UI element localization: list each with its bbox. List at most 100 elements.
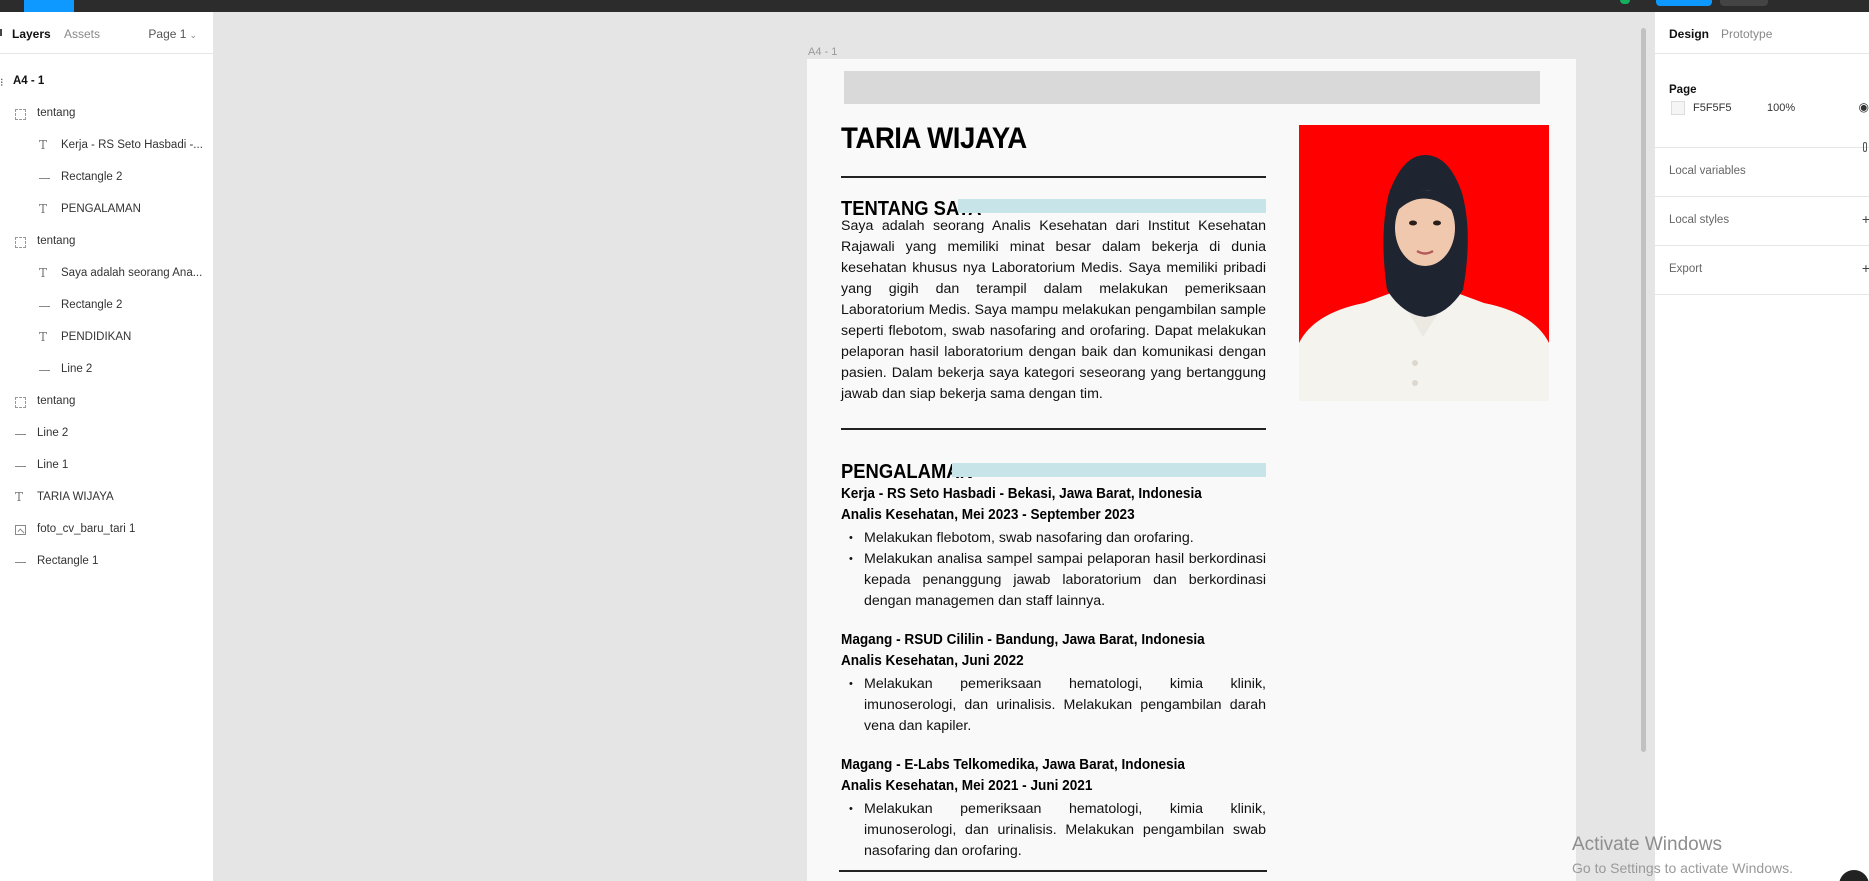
layer-row[interactable]: T PENGALAMAN [0, 194, 214, 226]
text-icon: T [39, 266, 48, 280]
local-variables-label: Local variables [1669, 165, 1746, 177]
activation-watermark-subtitle: Go to Settings to activate Windows. [1572, 860, 1793, 876]
line-icon [39, 306, 50, 307]
layer-label: tentang [37, 235, 76, 247]
export-label: Export [1669, 263, 1703, 275]
local-variables-section[interactable]: Local variables [1655, 148, 1869, 197]
experience-heading-bar[interactable] [952, 463, 1266, 477]
layer-row[interactable]: tentang [0, 226, 214, 258]
layer-label: PENDIDIKAN [61, 331, 132, 343]
about-divider-line[interactable] [841, 428, 1266, 430]
text-icon: T [15, 490, 24, 504]
layer-label: Line 1 [37, 459, 69, 471]
portrait-illustration [1299, 155, 1549, 401]
text-icon: T [39, 138, 48, 152]
frame-icon: ⁝ [0, 77, 4, 89]
page-section: Page [1655, 54, 1869, 148]
page-opacity[interactable]: 100% [1767, 102, 1795, 114]
page-selector[interactable]: Page 1 ⌄ [148, 27, 197, 41]
line-icon [39, 178, 50, 179]
panel-toggle-icon[interactable] [0, 29, 3, 36]
layer-row[interactable]: Rectangle 2 [0, 290, 214, 322]
image-icon [15, 525, 26, 535]
layer-label: Rectangle 2 [61, 171, 123, 183]
profile-photo[interactable] [1299, 125, 1549, 401]
activation-watermark-title: Activate Windows [1572, 834, 1722, 855]
eye-icon[interactable]: ◉ [1859, 100, 1869, 114]
add-export-icon[interactable]: + [1862, 260, 1869, 276]
layer-label: PENGALAMAN [61, 203, 141, 215]
line-icon [15, 434, 26, 435]
layer-row[interactable]: Rectangle 1 [0, 546, 214, 578]
layer-row[interactable]: Line 2 [0, 354, 214, 386]
job-bullet[interactable]: Melakukan flebotom, swab nasofaring dan … [849, 528, 1266, 549]
layers-panel: Layers Assets Page 1 ⌄ ⁝ A4 - 1 tentang T… [0, 12, 214, 881]
variables-icon[interactable] [1863, 142, 1867, 152]
layer-label: foto_cv_baru_tari 1 [37, 523, 136, 535]
job-title[interactable]: Kerja - RS Seto Hasbadi - Bekasi, Jawa B… [841, 486, 1202, 502]
page-section-title: Page [1669, 84, 1697, 96]
layer-label: Rectangle 1 [37, 555, 99, 567]
layer-row[interactable]: foto_cv_baru_tari 1 [0, 514, 214, 546]
page-selector-label: Page 1 [148, 27, 187, 41]
tab-assets[interactable]: Assets [64, 27, 100, 41]
tab-prototype[interactable]: Prototype [1721, 27, 1772, 41]
layer-row[interactable]: T PENDIDIKAN [0, 322, 214, 354]
experience-divider-line[interactable] [839, 870, 1267, 872]
job-bullet[interactable]: Melakukan pemeriksaan hematologi, kimia … [849, 799, 1266, 862]
group-icon [15, 237, 26, 248]
job-role[interactable]: Analis Kesehatan, Juni 2022 [841, 653, 1024, 669]
local-styles-label: Local styles [1669, 214, 1730, 226]
header-band-rectangle[interactable] [844, 71, 1540, 104]
page-color-hex[interactable]: F5F5F5 [1693, 102, 1732, 114]
layer-frame[interactable]: ⁝ A4 - 1 [0, 66, 214, 98]
job-role[interactable]: Analis Kesehatan, Mei 2023 - September 2… [841, 507, 1135, 523]
layer-row[interactable]: T TARIA WIJAYA [0, 482, 214, 514]
job-bullet[interactable]: Melakukan pemeriksaan hematologi, kimia … [849, 674, 1266, 737]
name-underline[interactable] [841, 176, 1266, 178]
layer-label: Saya adalah seorang Ana... [61, 267, 203, 279]
group-icon [15, 109, 26, 120]
layer-row[interactable]: tentang [0, 98, 214, 130]
layer-row[interactable]: T Kerja - RS Seto Hasbadi -... [0, 130, 214, 162]
about-paragraph[interactable]: Saya adalah seorang Analis Kesehatan dar… [841, 216, 1266, 405]
layer-label: Line 2 [37, 427, 69, 439]
chevron-down-icon: ⌄ [189, 30, 197, 40]
group-icon [15, 397, 26, 408]
tab-layers[interactable]: Layers [12, 27, 51, 41]
layer-label: A4 - 1 [13, 75, 45, 87]
tab-design[interactable]: Design [1669, 27, 1709, 41]
share-button[interactable] [1656, 0, 1712, 6]
export-section[interactable]: Export + [1655, 246, 1869, 295]
layer-row[interactable]: Line 1 [0, 450, 214, 482]
present-button[interactable] [1720, 0, 1768, 6]
layer-label: TARIA WIJAYA [37, 491, 114, 503]
layer-row[interactable]: tentang [0, 386, 214, 418]
text-icon: T [39, 202, 48, 216]
about-heading-bar[interactable] [958, 199, 1266, 213]
design-canvas[interactable]: A4 - 1 TARIA WIJAYA TENTANG SAYA Saya ad… [214, 12, 1654, 881]
frame-label[interactable]: A4 - 1 [808, 46, 837, 58]
job-title[interactable]: Magang - E-Labs Telkomedika, Jawa Barat,… [841, 757, 1185, 773]
layer-label: Rectangle 2 [61, 299, 123, 311]
layer-row[interactable]: Line 2 [0, 418, 214, 450]
add-style-icon[interactable]: + [1862, 211, 1869, 227]
layer-row[interactable]: T Saya adalah seorang Ana... [0, 258, 214, 290]
page-color-swatch[interactable] [1671, 101, 1685, 115]
layer-label: tentang [37, 395, 76, 407]
local-styles-section[interactable]: Local styles + [1655, 197, 1869, 246]
active-tool-button[interactable] [24, 0, 74, 12]
layer-row[interactable]: Rectangle 2 [0, 162, 214, 194]
job-role[interactable]: Analis Kesehatan, Mei 2021 - Juni 2021 [841, 778, 1092, 794]
job-bullet[interactable]: Melakukan analisa sampel sampai pelapora… [849, 549, 1266, 612]
canvas-scrollbar[interactable] [1641, 28, 1646, 752]
job-title[interactable]: Magang - RSUD Cililin - Bandung, Jawa Ba… [841, 632, 1205, 648]
layer-label: Line 2 [61, 363, 93, 375]
cv-artboard[interactable]: TARIA WIJAYA TENTANG SAYA Saya adalah se… [807, 59, 1576, 881]
presence-indicator [1620, 0, 1630, 4]
line-icon [15, 466, 26, 467]
cv-name-heading[interactable]: TARIA WIJAYA [841, 122, 1027, 156]
top-toolbar [0, 0, 1869, 12]
line-icon [15, 562, 26, 563]
layer-label: Kerja - RS Seto Hasbadi -... [61, 139, 203, 151]
